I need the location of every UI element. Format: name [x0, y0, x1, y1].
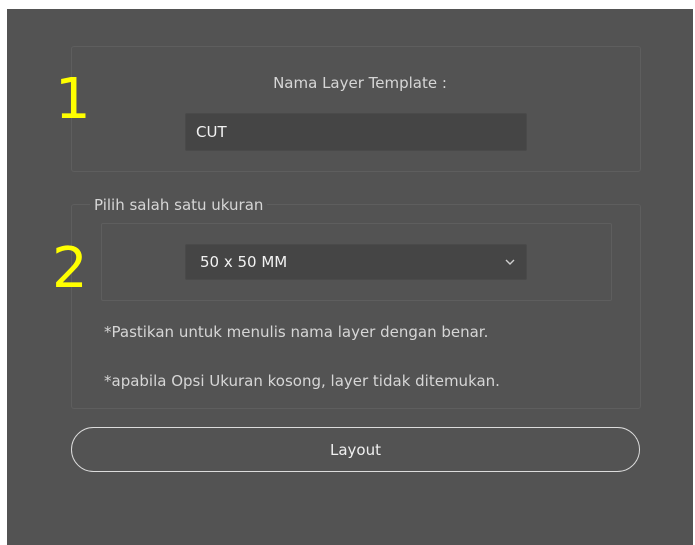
layer-name-panel — [71, 46, 641, 172]
size-dropdown[interactable]: 50 x 50 MM — [185, 244, 527, 280]
step-2-marker: 2 — [52, 236, 88, 301]
layer-name-input[interactable] — [185, 113, 527, 151]
size-dropdown-value: 50 x 50 MM — [200, 253, 288, 271]
size-group-legend: Pilih salah satu ukuran — [90, 195, 268, 215]
note-layer-name: *Pastikan untuk menulis nama layer denga… — [104, 323, 489, 341]
step-1-marker: 1 — [55, 67, 91, 132]
plugin-dialog: Nama Layer Template : Pilih salah satu u… — [7, 9, 693, 545]
layout-button[interactable]: Layout — [71, 427, 640, 472]
note-empty-size: *apabila Opsi Ukuran kosong, layer tidak… — [104, 372, 500, 390]
layer-template-label: Nama Layer Template : — [273, 74, 447, 92]
chevron-down-icon — [505, 259, 515, 265]
